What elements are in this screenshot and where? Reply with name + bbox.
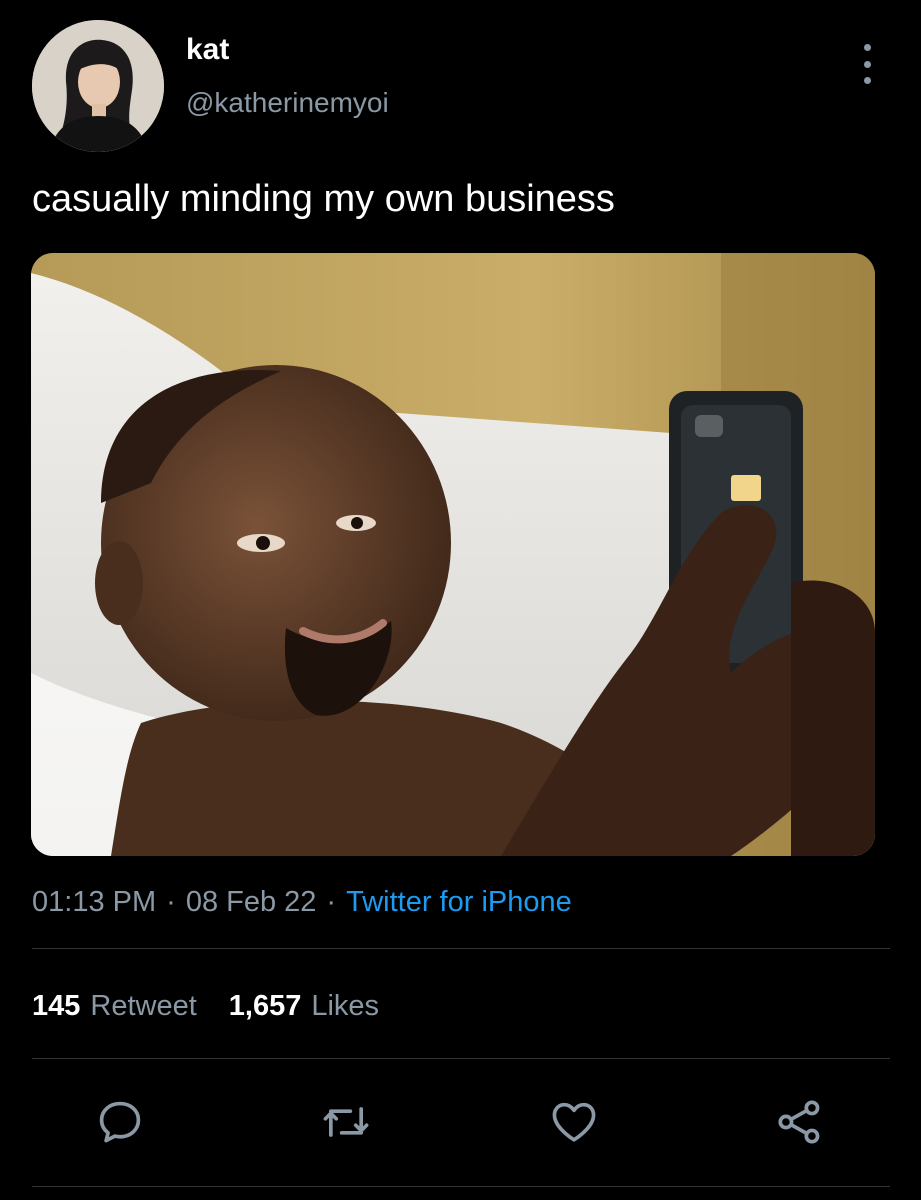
retweet-button[interactable]: [318, 1094, 374, 1150]
tweet-text: casually minding my own business: [32, 178, 615, 220]
more-options-button[interactable]: [852, 44, 882, 84]
retweet-icon: [323, 1107, 369, 1137]
reply-button[interactable]: [92, 1094, 148, 1150]
divider: [32, 1186, 890, 1187]
more-vertical-icon-dot: [863, 77, 871, 84]
tweet-stats: 145 Retweet 1,657 Likes: [32, 988, 379, 1024]
share-button[interactable]: [772, 1094, 828, 1150]
tweet-meta: 01:13 PM · 08 Feb 22 · Twitter for iPhone: [32, 884, 572, 920]
retweets-count: 145: [32, 990, 81, 1022]
more-vertical-icon: [863, 44, 871, 51]
user-handle[interactable]: @katherinemyoi: [186, 86, 389, 120]
likes-label: Likes: [311, 990, 380, 1022]
photo-illustration: [31, 253, 875, 856]
like-button[interactable]: [546, 1094, 602, 1150]
meta-separator: ·: [166, 886, 176, 918]
tweet-time: 01:13 PM: [32, 886, 157, 918]
tweet-date: 08 Feb 22: [185, 886, 317, 918]
tweet-source-link[interactable]: Twitter for iPhone: [346, 886, 572, 918]
meta-separator: ·: [326, 886, 337, 918]
likes-count: 1,657: [228, 990, 302, 1022]
tweet-media-image[interactable]: [31, 253, 875, 856]
avatar[interactable]: [32, 20, 164, 152]
more-vertical-icon-dot: [863, 60, 871, 68]
reply-icon: [99, 1101, 141, 1143]
likes-stat[interactable]: 1,657 Likes: [229, 988, 379, 1024]
display-name[interactable]: kat: [186, 32, 229, 68]
retweets-label: Retweet: [90, 990, 197, 1022]
heart-icon: [552, 1102, 596, 1142]
retweets-stat[interactable]: 145 Retweet: [32, 988, 197, 1024]
share-icon: [778, 1100, 820, 1144]
divider: [32, 948, 890, 949]
avatar-photo: [32, 20, 164, 152]
divider: [32, 1058, 890, 1059]
